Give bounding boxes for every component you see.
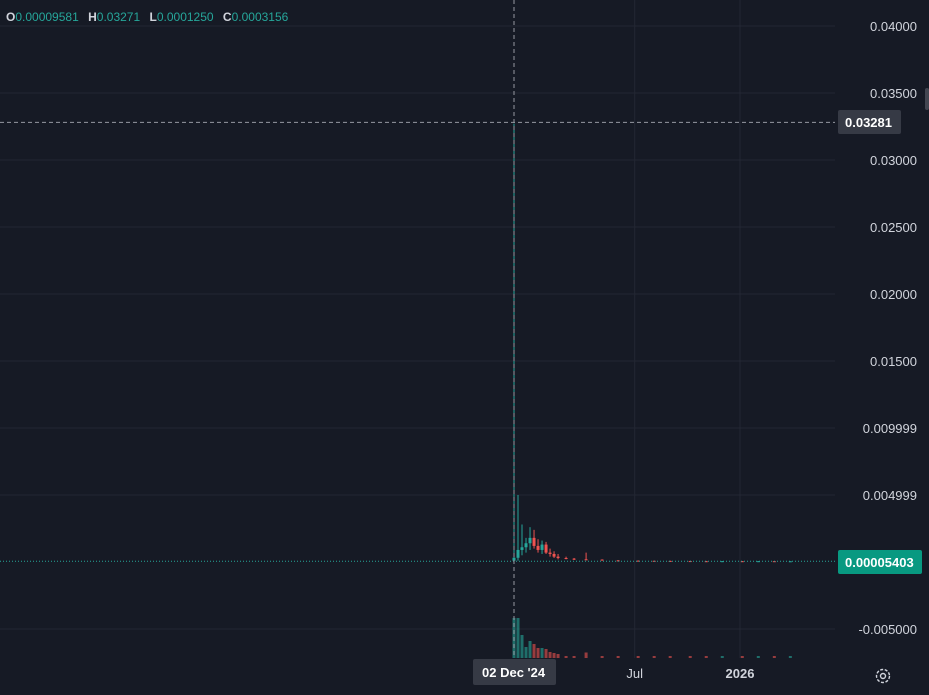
close-label: C [222,10,232,24]
candle-body [564,557,568,559]
volume-bar [756,656,760,658]
candle-body [532,537,536,546]
chart-background [0,0,929,695]
volume-bar [652,656,656,658]
price-tick-label: 0.01500 [870,354,917,369]
volume-bar [536,648,540,658]
candle-body [520,547,524,550]
low-label: L [149,10,157,24]
open-label: O [6,10,16,24]
time-tick-label: 2026 [726,666,755,681]
crosshair-date-label: 02 Dec '24 [482,665,546,680]
volume-bar [524,647,528,658]
volume-bar [552,653,556,658]
volume-bar [548,652,552,658]
candle-body [600,559,604,561]
candle-body [584,559,588,561]
price-chart[interactable]: 0.04000 0.03500 0.03000 0.02500 0.02000 0.015… [0,0,929,695]
time-tick-label: Jul [626,666,643,681]
candle-body [528,537,532,544]
candle-body [516,549,520,558]
candle-body [556,556,560,558]
price-tick-label: 0.004999 [863,488,917,503]
price-tick-label: 0.02500 [870,220,917,235]
volume-bar [532,644,536,658]
ohlc-legend: O0.00009581 H0.03271 L0.0001250 C0.00031… [6,10,294,24]
crosshair-price-badge: 0.03281 [838,110,901,134]
candle-body [572,558,576,560]
volume-bar [636,656,640,658]
price-tick-label: 0.02000 [870,287,917,302]
price-tick-label: 0.04000 [870,19,917,34]
price-tick-label: 0.03000 [870,153,917,168]
high-value: 0.03271 [96,10,141,24]
volume-bar [572,656,576,658]
candle-body [536,545,540,550]
volume-bar [600,656,604,658]
close-value: 0.0003156 [231,10,289,24]
volume-bar [556,654,560,658]
candle-body [552,553,556,557]
volume-bar [564,656,568,658]
last-price-badge: 0.00005403 [838,550,922,574]
volume-bar [520,635,524,658]
volume-bar [516,618,520,658]
high-label: H [88,10,97,24]
candle-body [544,544,548,553]
price-tick-label: 0.03500 [870,86,917,101]
volume-bar [584,652,588,658]
volume-bar [544,649,548,658]
volume-bar [772,656,776,658]
side-panel-handle[interactable] [925,88,929,110]
last-price-label: 0.00005403 [845,555,914,570]
price-tick-label: -0.005000 [858,622,917,637]
candle-body [540,544,544,550]
volume-bar [540,648,544,658]
volume-bar [528,641,532,658]
candle-body [524,543,528,548]
candle-body [548,552,552,554]
volume-bar [788,656,792,658]
crosshair-price-label: 0.03281 [845,115,892,130]
crosshair-date-badge: 02 Dec '24 [473,659,556,685]
volume-bar [720,656,724,658]
volume-bar [740,656,744,658]
volume-bar [616,656,620,658]
volume-bar [688,656,692,658]
low-value: 0.0001250 [156,10,214,24]
volume-bar [668,656,672,658]
volume-bar [704,656,708,658]
settings-gear-icon[interactable] [874,667,892,685]
price-tick-label: 0.009999 [863,421,917,436]
open-value: 0.00009581 [15,10,79,24]
